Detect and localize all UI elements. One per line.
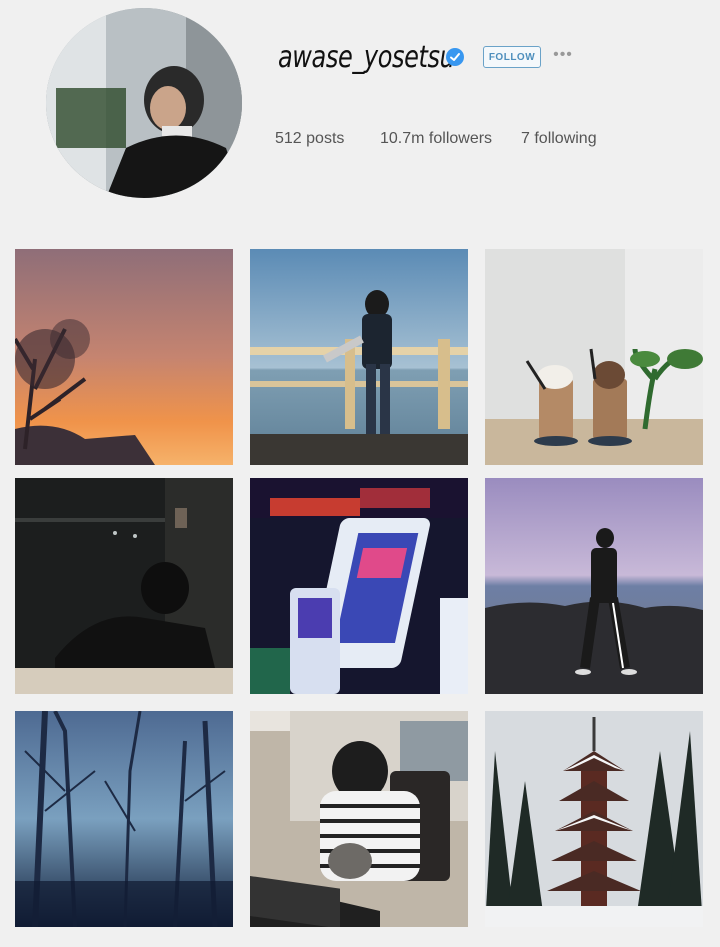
dark-room-photo bbox=[15, 478, 233, 694]
avatar-photo bbox=[46, 8, 242, 198]
grid-post[interactable] bbox=[15, 478, 233, 694]
posts-count[interactable]: 512 posts bbox=[275, 130, 344, 148]
cat-desk-photo bbox=[250, 711, 468, 927]
username[interactable]: awase_yosetsu bbox=[278, 40, 455, 75]
arcade-machines-photo bbox=[250, 478, 468, 694]
avatar[interactable] bbox=[46, 8, 242, 198]
grid-post[interactable] bbox=[485, 249, 703, 465]
grid-post[interactable] bbox=[250, 249, 468, 465]
grid-post[interactable] bbox=[15, 249, 233, 465]
verified-badge-icon bbox=[446, 48, 464, 66]
iced-drinks-photo bbox=[485, 249, 703, 465]
grid-post[interactable] bbox=[250, 711, 468, 927]
follow-button[interactable]: FOLLOW bbox=[483, 46, 541, 68]
following-count[interactable]: 7 following bbox=[521, 130, 597, 148]
grid-post[interactable] bbox=[15, 711, 233, 927]
snowy-pagoda-photo bbox=[485, 711, 703, 927]
more-options-icon[interactable]: ••• bbox=[553, 47, 573, 64]
couple-on-pier-photo bbox=[250, 249, 468, 465]
followers-count[interactable]: 10.7m followers bbox=[380, 130, 492, 148]
seaside-walk-photo bbox=[485, 478, 703, 694]
grid-post[interactable] bbox=[485, 711, 703, 927]
sunset-tree-photo bbox=[15, 249, 233, 465]
foggy-forest-photo bbox=[15, 711, 233, 927]
grid-post[interactable] bbox=[250, 478, 468, 694]
grid-post[interactable] bbox=[485, 478, 703, 694]
